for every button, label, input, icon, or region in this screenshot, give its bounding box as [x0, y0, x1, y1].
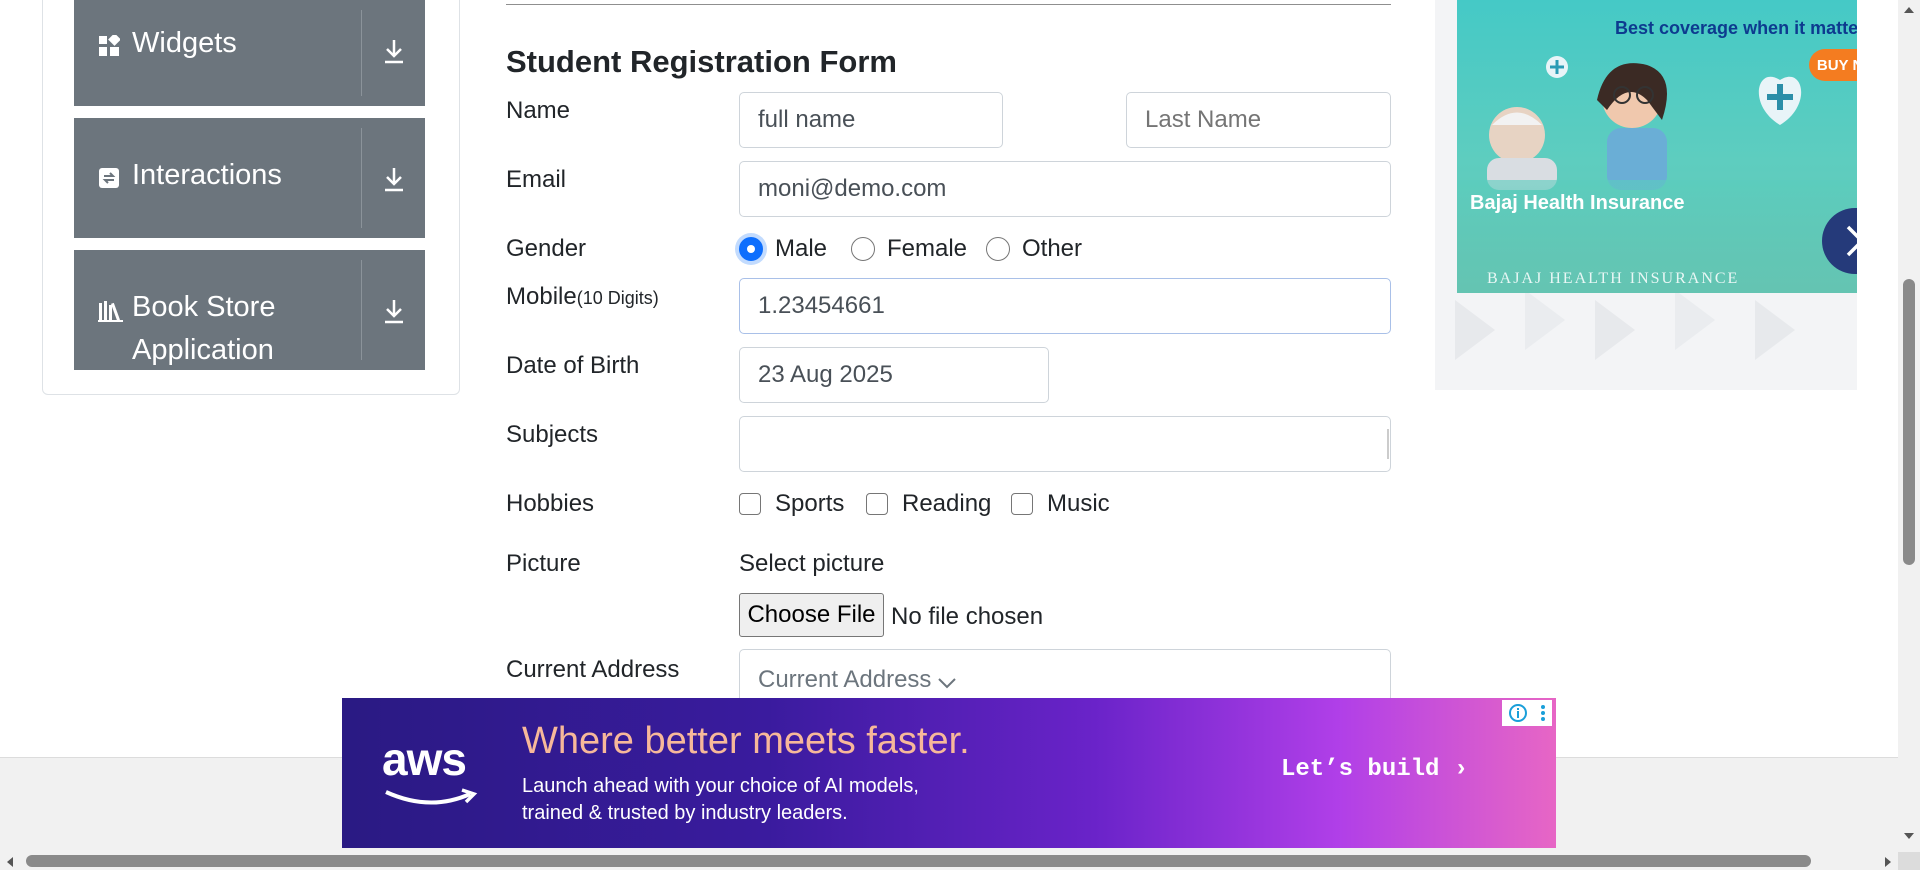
- hobby-checkbox-music[interactable]: Music: [1011, 490, 1110, 518]
- no-file-chosen-text: No file chosen: [891, 603, 1044, 630]
- ad-background-pattern: [1455, 290, 1795, 360]
- subjects-input[interactable]: [739, 416, 1391, 472]
- hobby-checkbox-reading[interactable]: Reading: [866, 490, 991, 518]
- radio-circle[interactable]: [739, 237, 763, 261]
- mobile-input[interactable]: [739, 278, 1391, 334]
- right-ad[interactable]: Best coverage when it matters mos BUY NO…: [1435, 0, 1857, 390]
- sidebar-group-interactions[interactable]: Interactions: [74, 118, 425, 238]
- current-address-label: Current Address: [506, 656, 680, 683]
- sidebar-group-label: Interactions: [132, 159, 282, 191]
- bottom-ad[interactable]: aws Where better meets faster. Launch ah…: [342, 698, 1556, 848]
- current-address-placeholder: Current Address: [758, 666, 932, 693]
- scroll-up-icon[interactable]: [1903, 6, 1915, 14]
- lets-build-link[interactable]: Let’s build ›: [1281, 756, 1468, 783]
- books-icon: [98, 301, 123, 322]
- hobbies-label: Hobbies: [506, 490, 595, 517]
- gender-radio-other[interactable]: Other: [986, 235, 1082, 263]
- divider: [506, 4, 1391, 5]
- checkbox-label: Music: [1047, 490, 1110, 517]
- name-label: Name: [506, 97, 571, 124]
- scroll-down-icon[interactable]: [1903, 832, 1915, 840]
- radio-label: Male: [775, 235, 828, 262]
- hobbies-checkbox-group: Sports Reading Music: [739, 490, 1339, 520]
- picture-label: Picture: [506, 550, 581, 577]
- ad-brand-title: Bajaj Health Insurance: [1470, 192, 1685, 214]
- sidebar-group-widgets[interactable]: Widgets: [74, 0, 425, 106]
- download-icon[interactable]: [379, 296, 409, 326]
- select-picture-label: Select picture: [739, 550, 885, 577]
- checkbox[interactable]: [739, 493, 761, 515]
- interactions-icon: [99, 168, 119, 188]
- chevron-right-icon: [1846, 225, 1857, 257]
- subjects-label: Subjects: [506, 421, 599, 448]
- horizontal-scroll-thumb[interactable]: [26, 855, 1811, 867]
- divider: [1387, 429, 1389, 459]
- scroll-left-icon[interactable]: [6, 856, 14, 868]
- checkbox[interactable]: [1011, 493, 1033, 515]
- ad-choices[interactable]: [1502, 700, 1552, 726]
- gender-radio-group: Male Female Other: [739, 235, 1339, 265]
- sidebar-group-label-line1: Book Store: [132, 291, 276, 323]
- gender-radio-female[interactable]: Female: [851, 235, 967, 263]
- email-input[interactable]: [739, 161, 1391, 217]
- info-icon[interactable]: [1508, 703, 1528, 723]
- scrollbar-corner: [1898, 852, 1920, 870]
- mobile-label-text: Mobile: [506, 283, 577, 310]
- divider: [361, 128, 362, 228]
- radio-circle[interactable]: [986, 237, 1010, 261]
- aws-logo: aws: [382, 733, 467, 785]
- ad-text-line1: Launch ahead with your choice of AI mode…: [522, 775, 919, 797]
- divider: [361, 10, 362, 96]
- hobby-checkbox-sports[interactable]: Sports: [739, 490, 844, 518]
- gender-radio-male[interactable]: Male: [739, 235, 827, 263]
- ad-illustration: [1487, 56, 1802, 190]
- first-name-input[interactable]: [739, 92, 1003, 148]
- radio-circle[interactable]: [851, 237, 875, 261]
- sidebar-group-book-store[interactable]: Book Store Application: [74, 250, 425, 370]
- ad-headline: Where better meets faster.: [522, 720, 970, 762]
- sidebar-group-label: Widgets: [132, 27, 237, 59]
- email-label: Email: [506, 166, 567, 193]
- aws-smile-icon: [385, 788, 478, 805]
- scroll-right-icon[interactable]: [1884, 856, 1892, 868]
- radio-label: Female: [887, 235, 968, 262]
- radio-label: Other: [1022, 235, 1083, 262]
- download-icon[interactable]: [379, 164, 409, 194]
- choose-file-button[interactable]: Choose File: [739, 593, 884, 637]
- ad-headline: Best coverage when it matters mos: [1615, 18, 1857, 38]
- sidebar-group-label-line2: Application: [132, 334, 274, 366]
- mobile-label: Mobile(10 Digits): [506, 283, 659, 311]
- divider: [361, 260, 362, 360]
- checkbox-label: Reading: [902, 490, 992, 517]
- mobile-hint: (10 Digits): [576, 288, 659, 308]
- vertical-scroll-thumb[interactable]: [1903, 279, 1915, 565]
- date-of-birth-input[interactable]: [739, 347, 1049, 403]
- ad-banner[interactable]: Best coverage when it matters mos BUY NO…: [1457, 0, 1857, 293]
- chevron-down-icon: [938, 678, 956, 689]
- ad-text-line2: trained & trusted by industry leaders.: [522, 802, 848, 824]
- checkbox-label: Sports: [775, 490, 845, 517]
- widgets-icon: [99, 35, 120, 56]
- checkbox[interactable]: [866, 493, 888, 515]
- ad-brand-caps: BAJAJ HEALTH INSURANCE: [1487, 270, 1740, 287]
- form-title: Student Registration Form: [506, 44, 897, 79]
- more-options-icon[interactable]: [1539, 703, 1547, 723]
- gender-label: Gender: [506, 235, 587, 262]
- dob-label: Date of Birth: [506, 352, 640, 379]
- download-icon[interactable]: [379, 36, 409, 66]
- last-name-input[interactable]: [1126, 92, 1391, 148]
